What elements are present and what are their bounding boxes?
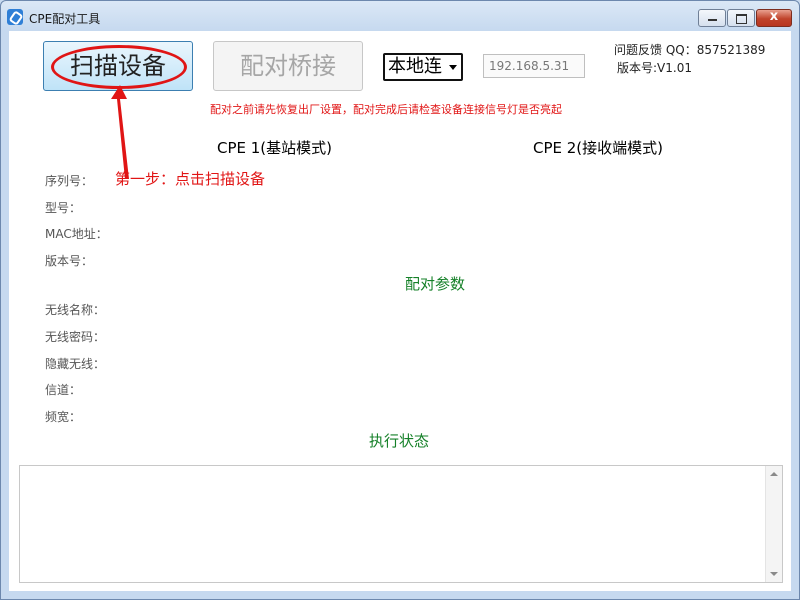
close-button[interactable]: x	[756, 9, 792, 27]
ssid-label: 无线名称：	[45, 303, 106, 317]
window-title: CPE配对工具	[29, 12, 101, 26]
version-label: 版本号：	[45, 254, 94, 268]
pair-params-title: 配对参数	[405, 275, 466, 293]
app-window: CPE配对工具 x 扫描设备 配对桥接 本地连 192.168.5.31 问题反…	[0, 0, 800, 600]
reset-warning: 配对之前请先恢复出厂设置，配对完成后请检查设备连接信号灯是否亮起	[210, 103, 562, 116]
step-hint: 第一步：点击扫描设备	[115, 170, 266, 188]
connection-select[interactable]: 本地连	[383, 53, 463, 81]
channel-label: 信道：	[45, 383, 82, 397]
log-scrollbar[interactable]	[765, 466, 782, 582]
main-panel: 扫描设备 配对桥接 本地连 192.168.5.31 问题反馈 QQ：85752…	[9, 31, 791, 591]
serial-label: 序列号：	[45, 174, 94, 188]
feedback-qq: 问题反馈 QQ：857521389	[614, 43, 766, 57]
mac-label: MAC地址：	[45, 227, 108, 241]
minimize-button[interactable]	[698, 9, 726, 27]
hidden-ssid-label: 隐藏无线：	[45, 357, 106, 371]
maximize-button[interactable]	[727, 9, 755, 27]
cpe2-header: CPE 2(接收端模式)	[533, 139, 664, 157]
status-log[interactable]	[19, 465, 783, 583]
scroll-up-icon[interactable]	[770, 472, 778, 476]
status-title: 执行状态	[369, 432, 430, 450]
link-icon	[7, 9, 23, 25]
connection-select-value: 本地连	[388, 56, 442, 77]
ip-address-field[interactable]: 192.168.5.31	[483, 54, 585, 78]
chevron-down-icon	[449, 65, 457, 70]
scan-devices-button[interactable]: 扫描设备	[43, 41, 193, 91]
title-bar[interactable]: CPE配对工具 x	[1, 1, 799, 31]
app-version: 版本号:V1.01	[617, 61, 692, 75]
pair-bridge-button[interactable]: 配对桥接	[213, 41, 363, 91]
password-label: 无线密码：	[45, 330, 106, 344]
cpe1-header: CPE 1(基站模式)	[217, 139, 333, 157]
close-icon: x	[769, 9, 779, 24]
bandwidth-label: 频宽：	[45, 410, 82, 424]
scroll-down-icon[interactable]	[770, 572, 778, 576]
model-label: 型号：	[45, 201, 82, 215]
